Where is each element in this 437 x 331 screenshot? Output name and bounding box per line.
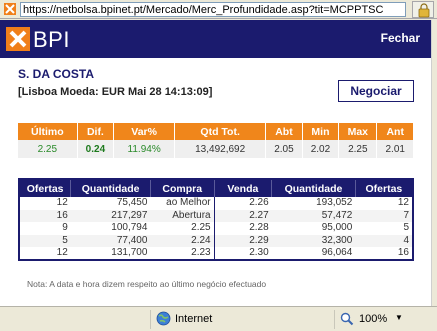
depth-header: Quantidade bbox=[70, 179, 151, 197]
page-content: BPI Fechar S. DA COSTA [Lisboa Moeda: EU… bbox=[0, 20, 431, 306]
depth-header: Venda bbox=[214, 179, 273, 197]
buy-price: 2.23 bbox=[150, 247, 215, 261]
sell-offers: 4 bbox=[355, 234, 413, 248]
previous-price: 2.01 bbox=[376, 140, 414, 158]
top-bar: BPI Fechar bbox=[0, 20, 431, 58]
quote-header: Ant bbox=[376, 123, 414, 140]
quote-header: Var% bbox=[113, 123, 176, 140]
close-link[interactable]: Fechar bbox=[381, 31, 420, 45]
quote-values-row: 2.25 0.24 11.94% 13,492,692 2.05 2.02 2.… bbox=[18, 140, 414, 158]
scrollbar[interactable] bbox=[431, 20, 437, 306]
price-change: 0.24 bbox=[77, 140, 115, 158]
chevron-down-icon[interactable]: ▼ bbox=[395, 313, 403, 322]
buy-price: 2.25 bbox=[150, 222, 215, 235]
buy-offers: 5 bbox=[19, 234, 71, 248]
depth-header: Quantidade bbox=[271, 179, 356, 197]
sell-price: 2.28 bbox=[249, 222, 269, 234]
sell-quantity: 95,000 bbox=[321, 222, 353, 234]
buy-offers: 12 bbox=[56, 197, 68, 209]
stock-info: [Lisboa Moeda: EUR Mai 28 14:13:09] bbox=[18, 86, 213, 98]
buy-price: 2.24 bbox=[150, 234, 215, 248]
status-divider bbox=[334, 310, 335, 329]
status-divider bbox=[150, 310, 151, 329]
logo-text: BPI bbox=[33, 27, 70, 52]
buy-price: Abertura bbox=[150, 209, 215, 223]
stock-name: S. DA COSTA bbox=[18, 67, 95, 81]
address-bar: https://netbolsa.bpinet.pt/Mercado/Merc_… bbox=[0, 0, 437, 19]
depth-table: Ofertas Quantidade Compra Venda Quantida… bbox=[18, 178, 414, 262]
depth-header: Ofertas bbox=[355, 179, 414, 197]
buy-offers: 12 bbox=[56, 247, 68, 259]
table-row: 5 77,400 2.24 2.29 32,300 4 bbox=[19, 234, 413, 248]
url-field[interactable]: https://netbolsa.bpinet.pt/Mercado/Merc_… bbox=[20, 2, 406, 17]
sell-quantity: 57,472 bbox=[271, 209, 356, 223]
buy-quantity: 75,450 bbox=[116, 197, 148, 209]
zoom-icon[interactable] bbox=[340, 312, 354, 326]
table-row: 12 75,450 ao Melhor 2.26 193,052 12 bbox=[19, 197, 413, 210]
quote-header: Último bbox=[18, 123, 78, 140]
sell-quantity: 193,052 bbox=[316, 197, 353, 209]
min-price: 2.02 bbox=[302, 140, 340, 158]
max-price: 2.25 bbox=[338, 140, 378, 158]
globe-icon bbox=[156, 311, 171, 326]
buy-quantity: 77,400 bbox=[70, 234, 151, 248]
quote-header: Max bbox=[338, 123, 378, 140]
sell-offers: 7 bbox=[355, 209, 413, 223]
table-row: 12 131,700 2.23 2.30 96,064 16 bbox=[19, 247, 413, 261]
sell-price: 2.30 bbox=[249, 247, 269, 259]
sell-quantity: 32,300 bbox=[271, 234, 356, 248]
total-quantity: 13,492,692 bbox=[174, 140, 267, 158]
quote-header: Qtd Tot. bbox=[174, 123, 267, 140]
quote-header: Min bbox=[302, 123, 340, 140]
lock-icon[interactable] bbox=[412, 1, 434, 18]
sell-price: 2.26 bbox=[249, 197, 269, 209]
sell-price: 2.27 bbox=[214, 209, 272, 223]
buy-quantity: 131,700 bbox=[111, 247, 148, 259]
sell-offers: 16 bbox=[397, 247, 409, 259]
buy-price: ao Melhor bbox=[150, 197, 215, 210]
trade-button[interactable]: Negociar bbox=[338, 80, 414, 102]
table-row: 9 100,794 2.25 2.28 95,000 5 bbox=[19, 222, 413, 235]
zoom-level[interactable]: 100% bbox=[359, 313, 387, 325]
depth-header-row: Ofertas Quantidade Compra Venda Quantida… bbox=[19, 179, 414, 197]
sell-offers: 12 bbox=[397, 197, 409, 209]
footnote: Nota: A data e hora dizem respeito ao úl… bbox=[27, 279, 267, 289]
buy-offers: 9 bbox=[62, 222, 68, 234]
quote-table: Último Dif. Var% Qtd Tot. Abt Min Max An… bbox=[18, 123, 414, 158]
depth-header: Ofertas bbox=[19, 179, 72, 197]
buy-quantity: 100,794 bbox=[111, 222, 148, 234]
open-price: 2.05 bbox=[265, 140, 303, 158]
buy-offers: 16 bbox=[19, 209, 71, 223]
security-zone-label: Internet bbox=[175, 313, 213, 325]
percent-change: 11.94% bbox=[113, 140, 176, 158]
browser-window: https://netbolsa.bpinet.pt/Mercado/Merc_… bbox=[0, 0, 437, 331]
depth-header: Compra bbox=[150, 179, 215, 197]
bpi-logo-icon bbox=[6, 27, 30, 51]
last-price: 2.25 bbox=[18, 140, 78, 158]
sell-price: 2.29 bbox=[214, 234, 272, 248]
buy-quantity: 217,297 bbox=[70, 209, 151, 223]
sell-quantity: 96,064 bbox=[321, 247, 353, 259]
status-bar: Internet 100% ▼ bbox=[0, 306, 437, 331]
quote-header: Abt bbox=[265, 123, 303, 140]
page-icon bbox=[4, 3, 16, 15]
table-row: 16 217,297 Abertura 2.27 57,472 7 bbox=[19, 209, 413, 223]
sell-offers: 5 bbox=[403, 222, 409, 234]
quote-header-row: Último Dif. Var% Qtd Tot. Abt Min Max An… bbox=[18, 123, 414, 140]
quote-header: Dif. bbox=[77, 123, 115, 140]
